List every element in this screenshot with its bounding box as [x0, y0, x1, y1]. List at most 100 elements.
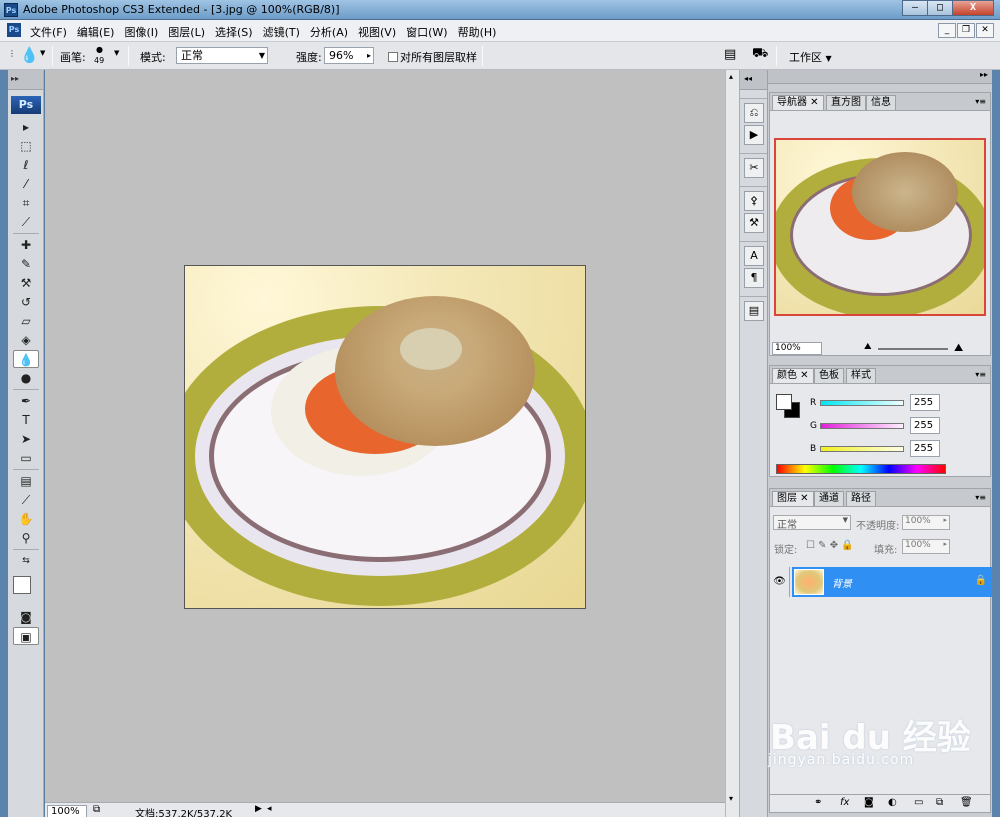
dodge-tool-icon[interactable]: ●	[13, 369, 39, 387]
close-button[interactable]: X	[952, 0, 994, 16]
menu-analysis[interactable]: 分析(A)	[310, 24, 348, 40]
workspace-menu[interactable]: 工作区 ▼	[789, 49, 832, 65]
panel-menu-icon[interactable]: ▾≡	[975, 97, 986, 106]
character-icon[interactable]: A	[744, 246, 764, 266]
zoom-slider[interactable]	[878, 348, 948, 350]
strength-input[interactable]: 96% ▸	[324, 47, 374, 64]
quick-mask-icon[interactable]: ◙	[13, 608, 39, 626]
brush-dropdown-arrow-icon[interactable]: ▼	[114, 49, 119, 57]
layer-comps-icon[interactable]: ▤	[744, 301, 764, 321]
menu-edit[interactable]: 编辑(E)	[77, 24, 115, 40]
zoom-in-icon[interactable]: ⛰	[954, 341, 963, 355]
vertical-scrollbar[interactable]: ▴ ▾	[725, 70, 739, 817]
zoom-tool-icon[interactable]: ⚲	[13, 529, 39, 547]
doc-restore-button[interactable]: ❐	[957, 23, 975, 38]
photoshop-logo[interactable]: Ps	[11, 96, 41, 114]
move-tool-icon[interactable]: ▸	[13, 118, 39, 136]
rectangle-tool-icon[interactable]: ▭	[13, 449, 39, 467]
eyedropper-tool-icon[interactable]: ⟋	[13, 491, 39, 509]
tab-color[interactable]: 颜色 ✕	[772, 368, 814, 383]
notes-tool-icon[interactable]: ▤	[13, 472, 39, 490]
tab-layers[interactable]: 图层 ✕	[772, 491, 814, 506]
navigator-zoom-field[interactable]: 100%	[772, 342, 822, 355]
document-workspace[interactable]	[45, 70, 725, 802]
pen-tool-icon[interactable]: ✒	[13, 392, 39, 410]
green-slider[interactable]	[820, 423, 904, 429]
color-foreground-swatch[interactable]	[776, 394, 792, 410]
hand-tool-icon[interactable]: ✋	[13, 510, 39, 528]
bridge-icon[interactable]: ⛟	[752, 46, 768, 63]
green-value-input[interactable]: 255	[910, 417, 940, 434]
menu-filter[interactable]: 滤镜(T)	[263, 24, 300, 40]
doc-close-button[interactable]: ✕	[976, 23, 994, 38]
scroll-up-icon[interactable]: ▴	[729, 72, 733, 81]
blur-tool-preset-icon[interactable]: 💧	[20, 46, 39, 64]
mode-select[interactable]: 正常 ▼	[176, 47, 268, 64]
panel-menu-icon[interactable]: ▾≡	[975, 493, 986, 502]
eraser-tool-icon[interactable]: ▱	[13, 312, 39, 330]
panel-dock-header[interactable]: ▸▸	[768, 70, 992, 84]
adjustment-layer-icon[interactable]: ◐	[888, 797, 897, 808]
menu-window[interactable]: 窗口(W)	[406, 24, 447, 40]
eyedropper-slice-tool-icon[interactable]: ⟋	[13, 213, 39, 231]
tab-info[interactable]: 信息	[866, 95, 896, 110]
eye-icon[interactable]: 👁	[770, 567, 790, 597]
healing-brush-tool-icon[interactable]: ✚	[13, 236, 39, 254]
blue-slider[interactable]	[820, 446, 904, 452]
menu-file[interactable]: 文件(F)	[30, 24, 67, 40]
tab-navigator[interactable]: 导航器 ✕	[772, 95, 824, 110]
dock-collapse-handle[interactable]: ◂◂	[740, 70, 767, 90]
magic-wand-tool-icon[interactable]: ⁄	[13, 175, 39, 193]
menu-select[interactable]: 选择(S)	[215, 24, 253, 40]
status-menu-icon[interactable]: ⧉	[93, 804, 100, 815]
tab-histogram[interactable]: 直方图	[826, 95, 866, 110]
clone-stamp-tool-icon[interactable]: ⚒	[13, 274, 39, 292]
sample-all-layers-checkbox[interactable]: 对所有图层取样	[388, 49, 477, 65]
trash-icon[interactable]: 🗑	[960, 797, 973, 808]
blend-mode-select[interactable]: 正常 ▼	[773, 515, 851, 531]
color-spectrum-ramp[interactable]	[776, 464, 946, 474]
menu-image[interactable]: 图像(I)	[124, 24, 158, 40]
minimize-button[interactable]: —	[902, 0, 928, 16]
color-swatches[interactable]	[11, 574, 41, 604]
foreground-color-swatch[interactable]	[13, 576, 31, 594]
zoom-out-icon[interactable]: ⛰	[864, 342, 872, 352]
tab-swatches[interactable]: 色板	[814, 368, 844, 383]
type-tool-icon[interactable]: T	[13, 411, 39, 429]
lock-icons[interactable]: ☐ ✎ ✥ 🔒	[806, 540, 854, 551]
red-value-input[interactable]: 255	[910, 394, 940, 411]
layer-style-icon[interactable]: fx	[840, 797, 849, 808]
link-layers-icon[interactable]: ⚭	[814, 797, 822, 808]
menu-layer[interactable]: 图层(L)	[168, 24, 205, 40]
paragraph-icon[interactable]: ¶	[744, 268, 764, 288]
menu-view[interactable]: 视图(V)	[358, 24, 396, 40]
opacity-input[interactable]: 100% ▸	[902, 515, 950, 530]
document-canvas-image[interactable]	[184, 265, 586, 609]
new-group-icon[interactable]: ▭	[914, 797, 923, 808]
brush-tool-icon[interactable]: ✎	[13, 255, 39, 273]
marquee-tool-icon[interactable]: ⬚	[13, 137, 39, 155]
screen-mode-icon[interactable]: ▣	[13, 627, 39, 645]
history-icon[interactable]: ⎌	[744, 103, 764, 123]
path-selection-tool-icon[interactable]: ➤	[13, 430, 39, 448]
zoom-field[interactable]: 100%	[47, 805, 87, 817]
history-brush-tool-icon[interactable]: ↺	[13, 293, 39, 311]
blue-value-input[interactable]: 255	[910, 440, 940, 457]
red-slider[interactable]	[820, 400, 904, 406]
new-layer-icon[interactable]: ⧉	[936, 797, 943, 808]
toolbox-collapse-handle[interactable]: ▸▸	[8, 70, 43, 90]
lasso-tool-icon[interactable]: ℓ	[13, 156, 39, 174]
layer-mask-icon[interactable]: ◙	[864, 797, 874, 808]
paint-bucket-tool-icon[interactable]: ◈	[13, 331, 39, 349]
navigator-preview-image[interactable]	[774, 138, 986, 316]
panel-menu-icon[interactable]: ▾≡	[975, 370, 986, 379]
options-grip[interactable]: ⋮	[8, 49, 16, 58]
menu-help[interactable]: 帮助(H)	[458, 24, 497, 40]
tool-presets-icon[interactable]: ✂	[744, 158, 764, 178]
doc-minimize-button[interactable]: _	[938, 23, 956, 38]
tab-styles[interactable]: 样式	[846, 368, 876, 383]
layer-row-background[interactable]: 👁 背景 🔒	[770, 567, 995, 597]
status-arrow-icon[interactable]: ▶	[255, 804, 262, 814]
tab-paths[interactable]: 路径	[846, 491, 876, 506]
scroll-left-icon[interactable]: ◂	[267, 804, 272, 814]
